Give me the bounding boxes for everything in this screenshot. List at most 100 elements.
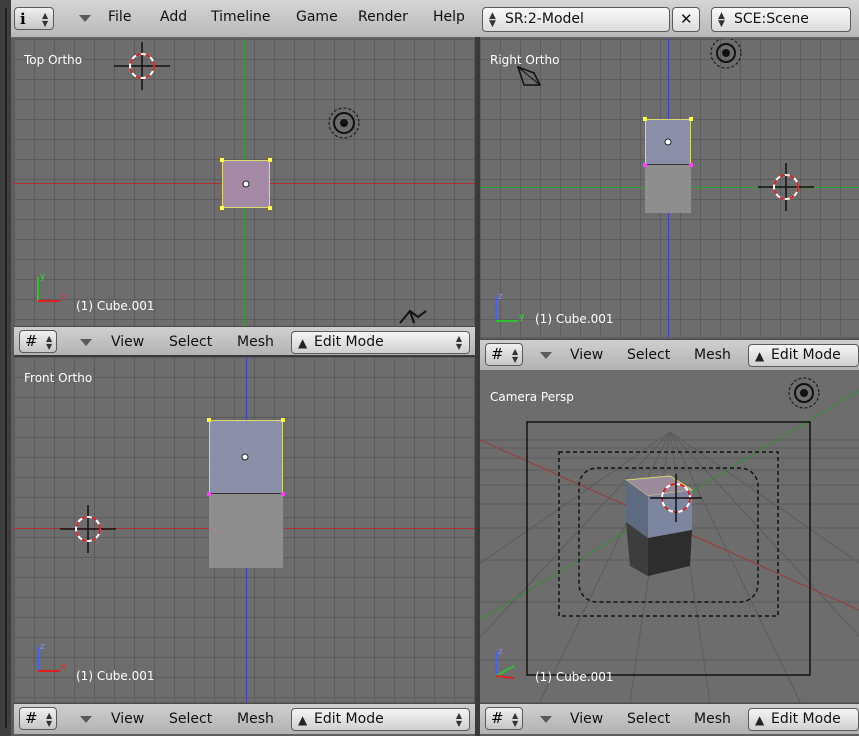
menu-timeline[interactable]: Timeline bbox=[211, 9, 271, 25]
menu-view[interactable]: View bbox=[111, 334, 144, 350]
vertex-marker bbox=[220, 206, 224, 210]
mode-selector[interactable]: ▲ Edit Mode ▲ ▼ bbox=[291, 708, 470, 731]
vertex-marker bbox=[643, 117, 647, 121]
vertex-marker bbox=[643, 163, 647, 167]
axis-gizmo-icon: y x bbox=[37, 272, 67, 302]
chevron-updown-icon: ▲ ▼ bbox=[512, 347, 519, 364]
menu-render[interactable]: Render bbox=[358, 9, 408, 25]
menu-mesh[interactable]: Mesh bbox=[694, 711, 731, 727]
vertex-marker bbox=[268, 158, 272, 162]
info-icon: i bbox=[20, 10, 26, 28]
collapse-menu-triangle-icon[interactable] bbox=[540, 352, 552, 359]
chevron-updown-icon: ▲ ▼ bbox=[46, 711, 53, 728]
edit-mode-icon: ▲ bbox=[755, 713, 765, 727]
mode-selector[interactable]: ▲ Edit Mode bbox=[748, 708, 859, 731]
menu-mesh[interactable]: Mesh bbox=[237, 711, 274, 727]
vertex-marker bbox=[281, 418, 285, 422]
chevron-updown-icon: ▲ ▼ bbox=[455, 711, 462, 728]
viewport-header-camera: # ▲ ▼ View Select Mesh ▲ Edit Mode bbox=[480, 703, 859, 734]
info-header: i ▲ ▼ File Add Timeline Game Render Help … bbox=[0, 0, 859, 38]
vertex-marker bbox=[220, 158, 224, 162]
close-icon: ✕ bbox=[680, 10, 693, 28]
vertex-marker bbox=[689, 117, 693, 121]
menu-select[interactable]: Select bbox=[169, 334, 212, 350]
camera-icon bbox=[516, 65, 542, 86]
vertex-marker bbox=[281, 492, 285, 496]
menu-game[interactable]: Game bbox=[296, 9, 338, 25]
edit-mode-icon: ▲ bbox=[298, 713, 308, 727]
3d-cursor-icon bbox=[114, 42, 170, 90]
scene-selector[interactable]: ▲ ▼ SCE:Scene bbox=[711, 7, 851, 32]
grid-icon: # bbox=[25, 709, 38, 727]
svg-text:z: z bbox=[498, 647, 503, 657]
edit-mode-icon: ▲ bbox=[755, 349, 765, 363]
lamp-icon bbox=[788, 377, 820, 409]
3d-cursor-icon bbox=[758, 163, 814, 211]
active-object-label: (1) Cube.001 bbox=[535, 670, 614, 684]
viewport-camera-persp[interactable]: Camera Persp z (1) Cube.001 bbox=[480, 370, 859, 702]
screen-name: SR:2-Model bbox=[505, 11, 584, 27]
axis-gizmo-icon: z bbox=[495, 647, 515, 679]
grid-icon: # bbox=[491, 345, 504, 363]
mode-selector[interactable]: ▲ Edit Mode ▲ ▼ bbox=[291, 331, 470, 354]
editor-type-selector[interactable]: # ▲ ▼ bbox=[19, 707, 57, 730]
vertex-marker bbox=[207, 418, 211, 422]
menu-select[interactable]: Select bbox=[169, 711, 212, 727]
chevron-updown-icon: ▲ ▼ bbox=[455, 334, 462, 351]
object-origin-icon bbox=[241, 453, 249, 461]
collapse-menu-triangle-icon[interactable] bbox=[80, 716, 92, 723]
vertex-marker bbox=[207, 492, 211, 496]
mode-label: Edit Mode bbox=[771, 347, 841, 363]
delete-screen-button[interactable]: ✕ bbox=[672, 7, 700, 32]
info-editor-selector[interactable]: i ▲ ▼ bbox=[14, 7, 54, 30]
axis-gizmo-icon: z y bbox=[495, 292, 525, 322]
vertex-marker bbox=[689, 163, 693, 167]
viewport-top-ortho[interactable]: Top Ortho y x (1) Cube.001 bbox=[14, 39, 475, 326]
editor-type-selector[interactable]: # ▲ ▼ bbox=[485, 707, 523, 730]
menu-add[interactable]: Add bbox=[160, 9, 187, 25]
viewport-right-ortho[interactable]: Right Ortho z y (1) Cube.001 bbox=[480, 39, 859, 337]
collapse-menu-triangle-icon[interactable] bbox=[79, 15, 91, 22]
menu-select[interactable]: Select bbox=[627, 347, 670, 363]
viewport-header-top: # ▲ ▼ View Select Mesh ▲ Edit Mode ▲ ▼ bbox=[14, 326, 475, 357]
lamp-icon bbox=[328, 107, 360, 139]
mode-selector[interactable]: ▲ Edit Mode bbox=[748, 344, 859, 367]
editor-type-selector[interactable]: # ▲ ▼ bbox=[19, 330, 57, 353]
chevron-updown-icon: ▲ ▼ bbox=[489, 11, 496, 29]
mode-label: Edit Mode bbox=[771, 711, 841, 727]
chevron-updown-icon: ▲ ▼ bbox=[46, 334, 53, 351]
menu-file[interactable]: File bbox=[108, 9, 131, 25]
menu-mesh[interactable]: Mesh bbox=[694, 347, 731, 363]
svg-text:x: x bbox=[61, 292, 67, 302]
area-divider-horizontal[interactable] bbox=[14, 355, 475, 357]
axis-gizmo-icon: z x bbox=[37, 642, 67, 672]
viewport-header-right: # ▲ ▼ View Select Mesh ▲ Edit Mode bbox=[480, 339, 859, 370]
active-object-label: (1) Cube.001 bbox=[535, 312, 614, 326]
screen-selector[interactable]: ▲ ▼ SR:2-Model bbox=[482, 7, 670, 32]
window-edge bbox=[0, 0, 11, 736]
scene-name: SCE:Scene bbox=[734, 11, 809, 27]
collapse-menu-triangle-icon[interactable] bbox=[540, 716, 552, 723]
menu-help[interactable]: Help bbox=[433, 9, 465, 25]
grid-icon: # bbox=[491, 709, 504, 727]
editor-type-selector[interactable]: # ▲ ▼ bbox=[485, 343, 523, 366]
area-divider-vertical[interactable] bbox=[475, 37, 480, 736]
menu-mesh[interactable]: Mesh bbox=[237, 334, 274, 350]
viewport-label: Camera Persp bbox=[490, 390, 574, 404]
viewport-front-ortho[interactable]: Front Ortho z x (1) Cube.001 bbox=[14, 357, 475, 702]
menu-select[interactable]: Select bbox=[627, 711, 670, 727]
3d-cursor-icon bbox=[60, 505, 116, 553]
menu-view[interactable]: View bbox=[111, 711, 144, 727]
chevron-updown-icon: ▲ ▼ bbox=[42, 11, 49, 28]
collapse-menu-triangle-icon[interactable] bbox=[80, 339, 92, 346]
chevron-updown-icon: ▲ ▼ bbox=[718, 11, 725, 29]
svg-text:z: z bbox=[498, 292, 503, 302]
menu-view[interactable]: View bbox=[570, 347, 603, 363]
object-origin-icon bbox=[664, 138, 672, 146]
svg-text:y: y bbox=[40, 272, 46, 282]
menu-view[interactable]: View bbox=[570, 711, 603, 727]
active-object-label: (1) Cube.001 bbox=[76, 669, 155, 683]
svg-text:y: y bbox=[519, 312, 525, 322]
active-object-label: (1) Cube.001 bbox=[76, 299, 155, 313]
camera-icon bbox=[399, 309, 427, 324]
